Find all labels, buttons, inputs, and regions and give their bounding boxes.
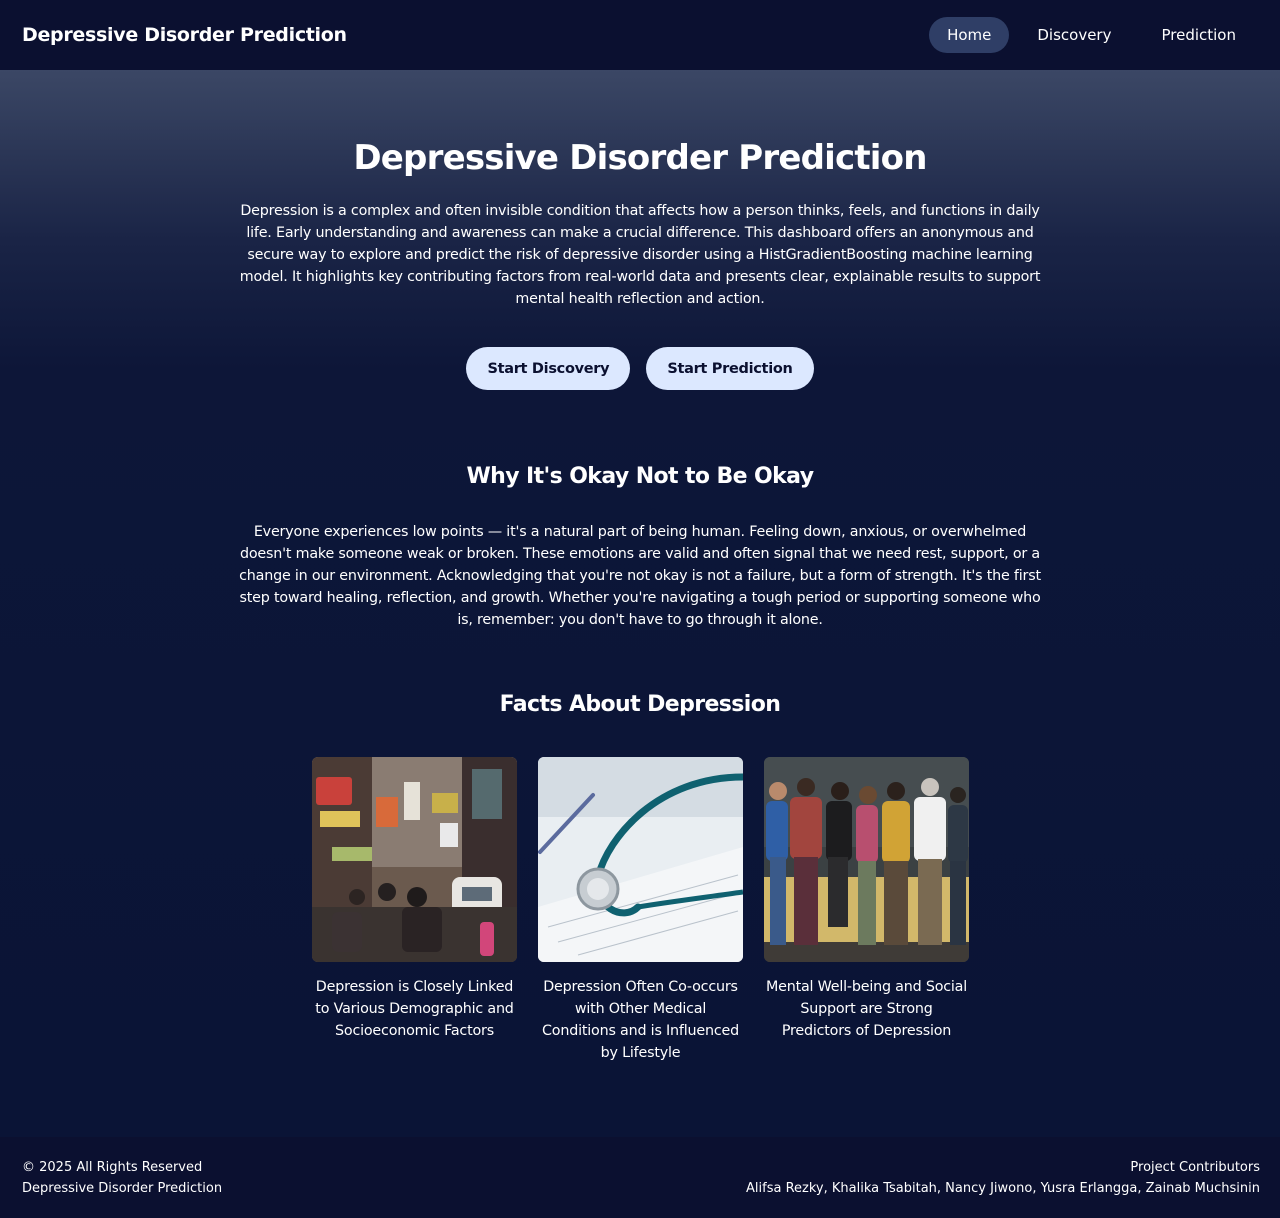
footer-copyright: © 2025 All Rights Reserved [22,1160,203,1175]
hero-actions: Start Discovery Start Prediction [0,347,1280,390]
stethoscope-photo [538,757,743,962]
main-content: Depressive Disorder Prediction Depressio… [0,70,1280,1137]
okay-section-title: Why It's Okay Not to Be Okay [466,464,814,489]
okay-section-text: Everyone experiences low points — it's a… [239,524,1041,628]
main-nav: Home Discovery Prediction [929,17,1258,53]
facts-section-title: Facts About Depression [499,692,781,717]
fact-caption: Depression Often Co-occurs with Other Me… [542,979,739,1061]
fact-card: Mental Well-being and Social Support are… [764,757,969,1064]
hero-title: Depressive Disorder Prediction [353,138,927,178]
fact-card: Depression is Closely Linked to Various … [312,757,517,1064]
fact-caption: Mental Well-being and Social Support are… [765,979,968,1039]
hero-description: Depression is a complex and often invisi… [239,203,1041,307]
start-discovery-button[interactable]: Start Discovery [466,347,631,390]
fact-card: Depression Often Co-occurs with Other Me… [538,757,743,1064]
busy-street-photo [312,757,517,962]
group-embrace-photo [764,757,969,962]
footer: © 2025 All Rights Reserved Depressive Di… [0,1137,1280,1218]
footer-contributors: Alifsa Rezky, Khalika Tsabitah, Nancy Ji… [746,1181,1260,1196]
nav-home[interactable]: Home [929,17,1010,53]
navbar: Depressive Disorder Prediction Home Disc… [0,0,1280,70]
facts-cards: Depression is Closely Linked to Various … [312,757,970,1064]
fact-caption: Depression is Closely Linked to Various … [315,979,514,1039]
brand-title[interactable]: Depressive Disorder Prediction [22,24,347,46]
nav-prediction[interactable]: Prediction [1139,17,1258,53]
footer-right: Project Contributors Alifsa Rezky, Khali… [746,1157,1260,1218]
start-prediction-button[interactable]: Start Prediction [646,347,814,390]
footer-site-name: Depressive Disorder Prediction [22,1181,223,1196]
footer-contributors-label: Project Contributors [1130,1160,1260,1175]
nav-discovery[interactable]: Discovery [1015,17,1133,53]
footer-left: © 2025 All Rights Reserved Depressive Di… [22,1157,222,1218]
